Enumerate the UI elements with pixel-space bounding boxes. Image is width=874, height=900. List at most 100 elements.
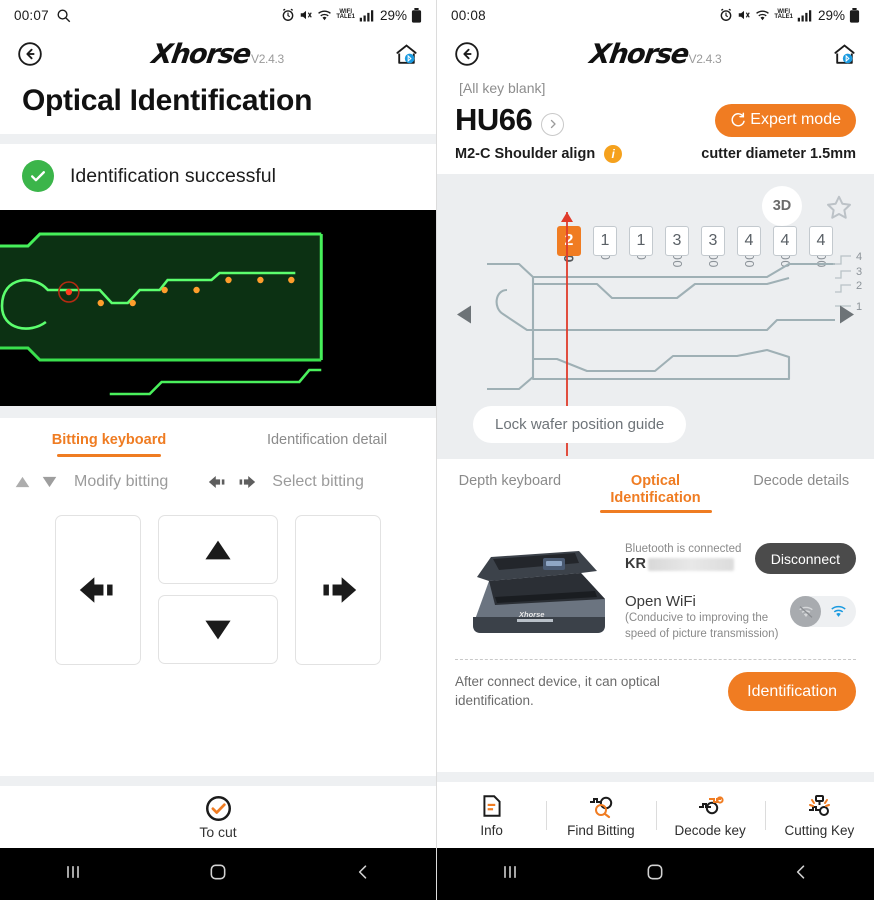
home-icon[interactable] [208, 862, 228, 887]
chevron-right-icon[interactable] [541, 112, 565, 136]
tab-decode-details[interactable]: Decode details [728, 473, 874, 515]
home-bluetooth-icon [833, 43, 855, 64]
nav-decode-key[interactable]: Decode key [655, 793, 765, 838]
home-bluetooth-button[interactable] [392, 40, 420, 68]
nav-decode-key-label: Decode key [674, 822, 746, 838]
triangle-up-icon [205, 540, 231, 559]
check-circle-outline-icon [205, 795, 231, 821]
brand-logo-group: Xhorse V2.4.3 [0, 39, 436, 70]
status-bar-left: 00:07 WIFI TALE1 29% [0, 0, 436, 30]
wifi-icon [318, 10, 332, 20]
home-icon[interactable] [645, 862, 665, 887]
bitting-keypad [0, 501, 436, 665]
wifi-text-group: Open WiFi (Conducive to improving the sp… [625, 593, 790, 642]
tab-depth-keyboard[interactable]: Depth keyboard [437, 473, 583, 515]
right-screen: 00:08 WIFI TALE1 29% Xhorse V2.4.3 [All … [437, 0, 874, 900]
bluetooth-status: Bluetooth is connected [625, 543, 742, 556]
key-right-button[interactable] [295, 515, 381, 665]
key-name-row: HU66 Expert mode [437, 100, 874, 138]
back-icon[interactable] [791, 862, 811, 887]
brand-name: Xhorse [149, 38, 253, 70]
to-cut-button[interactable]: To cut [0, 786, 436, 848]
wifi-tale-icon: WIFI TALE1 [336, 9, 355, 20]
back-icon[interactable] [353, 862, 373, 887]
back-button[interactable] [453, 40, 481, 68]
divider-mid [0, 406, 436, 418]
signal-icon [359, 9, 374, 21]
brand-version: V2.4.3 [688, 51, 722, 66]
status-icons: WIFI TALE1 29% [281, 7, 422, 23]
back-icon [455, 42, 479, 66]
battery-percent: 29% [817, 7, 845, 23]
expert-mode-button[interactable]: Expert mode [715, 103, 856, 137]
key-up-button[interactable] [158, 515, 278, 584]
all-key-blank-label: [All key blank] [459, 80, 546, 96]
home-bluetooth-icon [395, 43, 417, 64]
bluetooth-device-name-row: KR [625, 556, 741, 572]
app-header-left: Xhorse V2.4.3 [0, 30, 436, 78]
alarm-icon [721, 8, 732, 21]
key-meta-row: M2-C Shoulder align i cutter diameter 1.… [437, 138, 874, 174]
hint-modify-label: Modify bitting [74, 473, 169, 490]
identification-note: After connect device, it can optical ide… [455, 673, 660, 708]
key-left-button[interactable] [55, 515, 141, 665]
hint-modify-bitting: Modify bitting [14, 473, 168, 491]
hint-select-label: Select bitting [272, 473, 364, 490]
recents-icon[interactable] [500, 862, 520, 887]
search-icon[interactable] [56, 8, 71, 23]
status-bar-right: 00:08 WIFI TALE1 29% [437, 0, 874, 30]
find-bitting-icon [589, 796, 613, 818]
back-icon [18, 42, 42, 66]
expert-mode-label: Expert mode [750, 111, 841, 128]
wifi-label: Open WiFi [625, 593, 696, 611]
app-header-right: Xhorse V2.4.3 [437, 30, 874, 78]
key-reader-device-image: Xhorse [473, 551, 605, 634]
key-meta-left: M2-C Shoulder align i [455, 145, 623, 163]
left-screen: 00:07 WIFI TALE1 29% Xhorse V2.4.3 Optic… [0, 0, 437, 900]
lock-wafer-position-guide-button[interactable]: Lock wafer position guide [473, 406, 687, 443]
nav-info[interactable]: Info [437, 793, 546, 838]
wifi-on-icon [821, 604, 856, 619]
battery-icon [849, 7, 860, 23]
status-icons: WIFI TALE1 29% [719, 7, 860, 23]
nav-find-bitting-label: Find Bitting [567, 822, 635, 838]
identification-button[interactable]: Identification [728, 672, 856, 712]
triangle-left-icon[interactable] [455, 304, 473, 329]
svg-text:Xhorse: Xhorse [518, 610, 544, 619]
nav-cutting-key[interactable]: Cutting Key [764, 793, 874, 838]
key-name: HU66 [455, 102, 533, 137]
right-footer: Info Find Bitting Decode key Cutting Key [437, 772, 874, 900]
info-icon[interactable]: i [604, 145, 623, 163]
bluetooth-device-name: KR [625, 556, 646, 573]
to-cut-label: To cut [199, 823, 237, 840]
triangle-right-icon[interactable] [838, 304, 856, 329]
back-button[interactable] [16, 40, 44, 68]
battery-percent: 29% [379, 7, 407, 23]
wifi-toggle[interactable] [790, 596, 856, 628]
alarm-icon [283, 8, 294, 21]
tab-optical-identification[interactable]: Optical Identification [583, 473, 729, 515]
tab-bitting-keyboard[interactable]: Bitting keyboard [0, 432, 218, 457]
key-cutting-diagram: 3D 300 600 900 1200 1500 1800 2100 2400 … [437, 174, 874, 459]
tab-identification-detail[interactable]: Identification detail [218, 432, 436, 457]
disconnect-button[interactable]: Disconnect [754, 543, 856, 575]
nav-find-bitting[interactable]: Find Bitting [546, 793, 655, 838]
triangle-up-icon [15, 476, 30, 488]
arrow-left-icon [209, 475, 225, 489]
decode-key-icon [699, 795, 724, 814]
home-bluetooth-button[interactable] [830, 40, 858, 68]
refresh-icon [731, 112, 746, 127]
brand-name: Xhorse [587, 38, 690, 70]
key-down-button[interactable] [158, 595, 278, 664]
cutter-diameter-label: cutter diameter 1.5mm [701, 146, 856, 162]
device-section: Xhorse Bluetooth is connected KR Disconn… [437, 515, 874, 645]
redacted-device-id [647, 557, 734, 571]
recents-icon[interactable] [63, 862, 83, 887]
wifi-row: Open WiFi (Conducive to improving the sp… [625, 593, 856, 642]
mute-icon [301, 10, 313, 20]
arrow-right-icon [323, 577, 357, 603]
tab-bar-right: Depth keyboard Optical Identification Dec… [437, 459, 874, 515]
nav-info-label: Info [480, 822, 503, 838]
hint-select-bitting: Select bitting [208, 473, 364, 491]
signal-icon [797, 9, 812, 21]
